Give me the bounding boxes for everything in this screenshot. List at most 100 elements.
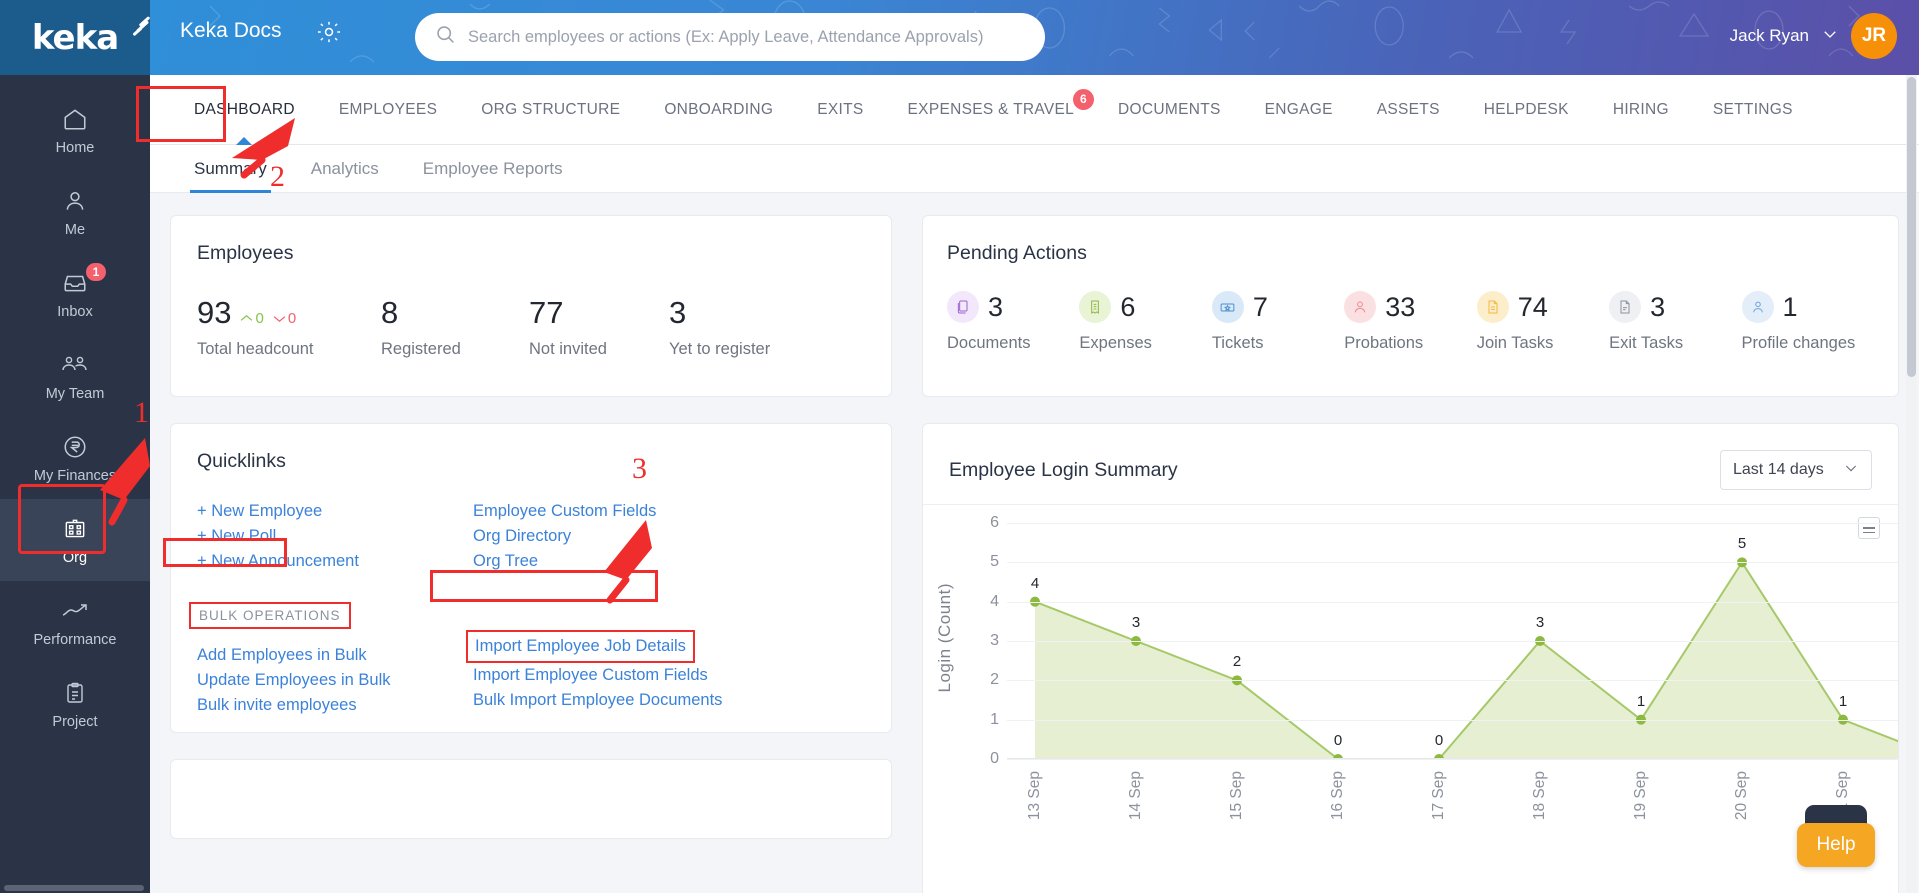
- home-icon: [62, 104, 88, 134]
- sidebar-item-project[interactable]: Project: [0, 663, 150, 745]
- pending-action-join-tasks[interactable]: 74 Join Tasks: [1476, 291, 1609, 353]
- user-name: Jack Ryan: [1729, 26, 1809, 45]
- right-column: Pending Actions 3 Documents 6 Expenses 7…: [922, 215, 1919, 893]
- sidebar-item-my-team[interactable]: My Team: [0, 335, 150, 417]
- nav-item-onboarding[interactable]: ONBOARDING: [642, 75, 795, 145]
- tab-label: Employee Reports: [422, 158, 563, 178]
- quicklink-new-announcement[interactable]: + New Announcement: [197, 549, 473, 574]
- chart-data-label: 5: [1737, 535, 1747, 553]
- help-button[interactable]: Help: [1797, 823, 1875, 867]
- chart-data-label: 4: [1030, 574, 1040, 592]
- search-bar[interactable]: [415, 13, 1045, 61]
- primary-nav: DASHBOARD EMPLOYEES ORG STRUCTURE ONBOAR…: [150, 75, 1919, 145]
- stat-registered: 8 Registered: [381, 297, 529, 359]
- sidebar-item-me[interactable]: Me: [0, 171, 150, 253]
- sidebar-item-performance[interactable]: Performance: [0, 581, 150, 663]
- keka-logo[interactable]: keka: [0, 0, 151, 75]
- login-summary-body: Login (Count) 0123456 432003151000201 13…: [923, 504, 1919, 893]
- tab-employee-reports[interactable]: Employee Reports: [401, 145, 585, 193]
- quicklink-import-employee-custom-fields[interactable]: Import Employee Custom Fields: [473, 663, 749, 688]
- quicklinks-card: Quicklinks + New Employee + New Poll + N…: [170, 423, 892, 733]
- nav-label: SETTINGS: [1712, 100, 1793, 118]
- quicklink-import-employee-job-details[interactable]: Import Employee Job Details: [466, 630, 695, 663]
- chart-area-fill: [1035, 562, 1919, 759]
- sidebar-item-inbox[interactable]: 1 Inbox: [0, 253, 150, 335]
- chart-y-tick: 4: [990, 592, 999, 610]
- nav-item-org-structure[interactable]: ORG STRUCTURE: [459, 75, 642, 145]
- scrollbar-thumb[interactable]: [1907, 77, 1916, 377]
- tab-analytics[interactable]: Analytics: [289, 145, 401, 193]
- nav-item-assets[interactable]: ASSETS: [1355, 75, 1462, 145]
- nav-item-engage[interactable]: ENGAGE: [1243, 75, 1355, 145]
- bulk-operations-label: BULK OPERATIONS: [189, 602, 351, 629]
- quicklink-update-employees-bulk[interactable]: Update Employees in Bulk: [197, 668, 473, 693]
- pending-actions-card: Pending Actions 3 Documents 6 Expenses 7…: [922, 215, 1899, 397]
- pending-label: Exit Tasks: [1609, 334, 1684, 352]
- quicklink-bulk-invite-employees[interactable]: Bulk invite employees: [197, 693, 473, 718]
- quicklink-employee-custom-fields[interactable]: Employee Custom Fields: [473, 499, 749, 524]
- search-icon: [435, 24, 456, 50]
- nav-item-exits[interactable]: EXITS: [795, 75, 885, 145]
- quicklinks-title: Quicklinks: [197, 450, 286, 472]
- pending-action-probations[interactable]: 33 Probations: [1344, 291, 1476, 353]
- quicklinks-columns: + New Employee + New Poll + New Announce…: [189, 499, 865, 718]
- chart-data-label: 2: [1232, 653, 1242, 671]
- chart-x-tick-label: 13 Sep: [1026, 771, 1043, 821]
- nav-item-expenses-travel[interactable]: EXPENSES & TRAVEL 6: [886, 75, 1096, 145]
- nav-item-helpdesk[interactable]: HELPDESK: [1462, 75, 1591, 145]
- chart-gridline: [1007, 719, 1898, 721]
- gear-icon[interactable]: [316, 19, 342, 50]
- chart-x-tick-label: 17 Sep: [1430, 771, 1447, 821]
- chart-x-tick-label: 20 Sep: [1733, 771, 1750, 821]
- chart-data-label: 3: [1131, 614, 1141, 631]
- chevron-down-icon: [1843, 460, 1859, 481]
- sidebar-item-label: My Finances: [33, 468, 117, 484]
- left-rail: keka Home Me 1 Inbox My Team My Finances…: [0, 0, 151, 893]
- chart-y-tick: 5: [990, 553, 999, 571]
- quicklink-new-poll[interactable]: + New Poll: [197, 524, 473, 549]
- team-icon: [60, 350, 90, 380]
- search-input[interactable]: [468, 27, 1025, 47]
- stat-not-invited: 77 Not invited: [529, 297, 669, 359]
- quicklink-bulk-import-employee-documents[interactable]: Bulk Import Employee Documents: [473, 688, 749, 713]
- pending-action-exit-tasks[interactable]: 3 Exit Tasks: [1609, 291, 1741, 353]
- sidebar-item-label: Home: [55, 140, 95, 156]
- quicklink-add-employees-bulk[interactable]: Add Employees in Bulk: [197, 643, 473, 668]
- expenses-badge: 6: [1073, 88, 1095, 110]
- quicklink-org-tree[interactable]: Org Tree: [473, 549, 749, 574]
- sidebar-item-label: Org: [62, 550, 88, 566]
- user-menu[interactable]: Jack Ryan JR: [1730, 13, 1897, 59]
- product-name: Keka Docs: [180, 19, 282, 42]
- sidebar-item-label: Performance: [33, 632, 117, 648]
- rail-scrollbar[interactable]: [4, 885, 144, 891]
- chevron-down-icon[interactable]: [1821, 25, 1839, 48]
- pending-count: 74: [1517, 291, 1548, 322]
- nav-item-employees[interactable]: EMPLOYEES: [317, 75, 459, 145]
- nav-item-settings[interactable]: SETTINGS: [1691, 75, 1815, 145]
- annotation-number-3: 3: [632, 452, 647, 485]
- date-range-select[interactable]: Last 14 days: [1720, 450, 1872, 490]
- login-summary-title: Employee Login Summary: [949, 458, 1178, 481]
- pending-action-profile-changes[interactable]: 1 Profile changes: [1741, 291, 1874, 353]
- dashboard-grid: Employees 93 0 0 Total headcount 8 Regis…: [170, 215, 1919, 893]
- stat-label: Yet to register: [669, 340, 771, 358]
- sidebar-item-home[interactable]: Home: [0, 89, 150, 171]
- tab-label: Summary: [194, 158, 267, 178]
- quicklink-org-directory[interactable]: Org Directory: [473, 524, 749, 549]
- employee-stats: 93 0 0 Total headcount 8 Registered 77 N…: [197, 297, 865, 359]
- chart-gridline: [1007, 601, 1898, 603]
- sidebar-item-org[interactable]: Org: [0, 499, 150, 581]
- pending-action-expenses[interactable]: 6 Expenses: [1079, 291, 1211, 353]
- pending-action-tickets[interactable]: 7 Tickets: [1211, 291, 1344, 353]
- quicklink-new-employee[interactable]: + New Employee: [197, 499, 473, 524]
- avatar[interactable]: JR: [1851, 13, 1897, 59]
- chart-x-tick-label: 18 Sep: [1531, 771, 1548, 821]
- nav-item-hiring[interactable]: HIRING: [1591, 75, 1691, 145]
- stat-delta-up-value: 0: [255, 310, 264, 327]
- sidebar-item-my-finances[interactable]: My Finances: [0, 417, 150, 499]
- nav-item-documents[interactable]: DOCUMENTS: [1096, 75, 1243, 145]
- page-scrollbar[interactable]: [1906, 75, 1917, 893]
- nav-item-dashboard[interactable]: DASHBOARD: [172, 75, 317, 145]
- pending-action-documents[interactable]: 3 Documents: [947, 291, 1079, 353]
- chart-x-tick-label: 19 Sep: [1632, 771, 1649, 821]
